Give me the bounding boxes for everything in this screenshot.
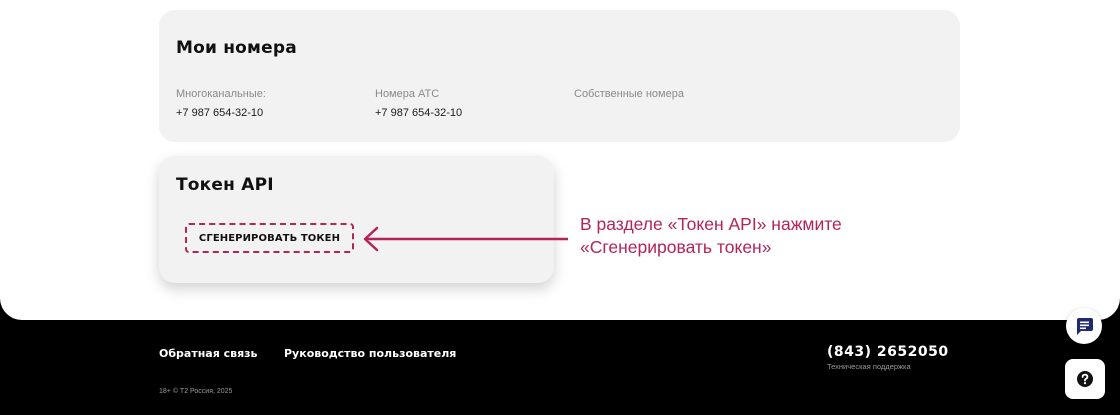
chat-button[interactable] xyxy=(1066,308,1102,344)
numbers-column-multichannel: Многоканальные: +7 987 654-32-10 xyxy=(176,88,266,119)
numbers-column-own: Собственные номера xyxy=(574,88,684,107)
footer-link-user-guide[interactable]: Руководство пользователя xyxy=(284,347,456,360)
multichannel-label: Многоканальные: xyxy=(176,88,266,100)
footer-link-feedback[interactable]: Обратная связь xyxy=(159,347,258,360)
support-phone[interactable]: (843) 2652050 xyxy=(827,344,949,360)
own-numbers-label: Собственные номера xyxy=(574,88,684,100)
instruction-hint: В разделе «Токен API» нажмите «Сгенериро… xyxy=(580,213,842,259)
support-label: Техническая поддержка xyxy=(827,362,911,371)
pbx-value: +7 987 654-32-10 xyxy=(375,107,463,119)
generate-token-button[interactable]: СГЕНЕРИРОВАТЬ ТОКЕН xyxy=(185,223,354,253)
help-button[interactable] xyxy=(1065,359,1105,399)
page-content: Мои номера Многоканальные: +7 987 654-32… xyxy=(0,0,1120,320)
my-numbers-card: Мои номера Многоканальные: +7 987 654-32… xyxy=(159,10,960,142)
multichannel-value: +7 987 654-32-10 xyxy=(176,107,264,119)
numbers-column-pbx: Номера АТС +7 987 654-32-10 xyxy=(375,88,462,119)
api-token-card: Токен API СГЕНЕРИРОВАТЬ ТОКЕН xyxy=(159,156,554,283)
question-icon xyxy=(1077,371,1093,387)
hint-line-1: В разделе «Токен API» нажмите xyxy=(580,214,842,234)
api-token-title: Токен API xyxy=(176,175,274,195)
pbx-label: Номера АТС xyxy=(375,88,440,100)
copyright-text: 18+ © Т2 Россия, 2025 xyxy=(159,388,233,395)
my-numbers-title: Мои номера xyxy=(176,38,297,58)
hint-line-2: «Сгенерировать токен» xyxy=(580,237,772,257)
arrow-left-icon xyxy=(363,226,568,252)
chat-icon xyxy=(1077,318,1093,335)
